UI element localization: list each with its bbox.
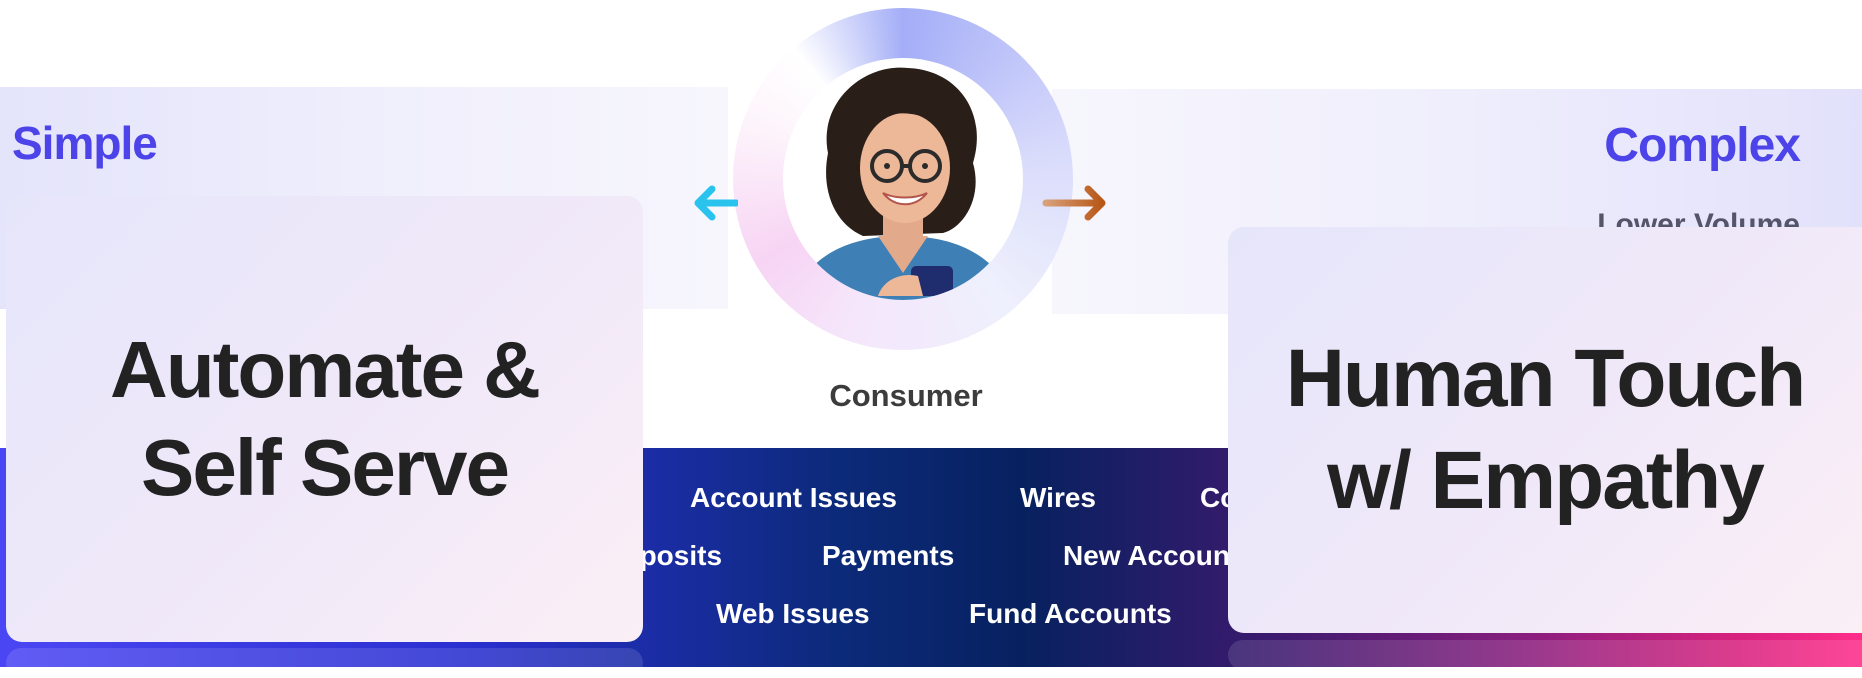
automate-card: Automate & Self Serve	[6, 196, 643, 642]
human-touch-card: Human Touch w/ Empathy	[1228, 227, 1862, 633]
card-shadow-left	[6, 648, 643, 678]
arrow-right-icon	[1042, 185, 1106, 221]
automate-card-line1: Automate &	[110, 325, 541, 414]
topic-new-accounts: New Accoun	[1063, 540, 1230, 571]
card-shadow-right	[1228, 640, 1862, 670]
label-complex: Complex	[1604, 119, 1801, 172]
human-touch-card-line2: w/ Empathy	[1327, 435, 1765, 526]
human-touch-card-line1: Human Touch	[1285, 333, 1807, 424]
avatar-ring	[733, 8, 1073, 350]
arrow-left-icon	[694, 185, 738, 221]
topic-fund-accounts: Fund Accounts	[969, 598, 1172, 629]
topic-wires: Wires	[1020, 482, 1097, 513]
label-simple: Simple	[12, 117, 158, 169]
avatar	[783, 58, 1023, 300]
consumer-label: Consumer	[829, 378, 983, 413]
automate-card-line2: Self Serve	[141, 423, 510, 512]
topic-web-issues: Web Issues	[716, 598, 870, 629]
consumer-avatar	[793, 67, 1015, 300]
topic-account-issues: Account Issues	[690, 482, 897, 513]
topic-payments: Payments	[822, 540, 955, 571]
